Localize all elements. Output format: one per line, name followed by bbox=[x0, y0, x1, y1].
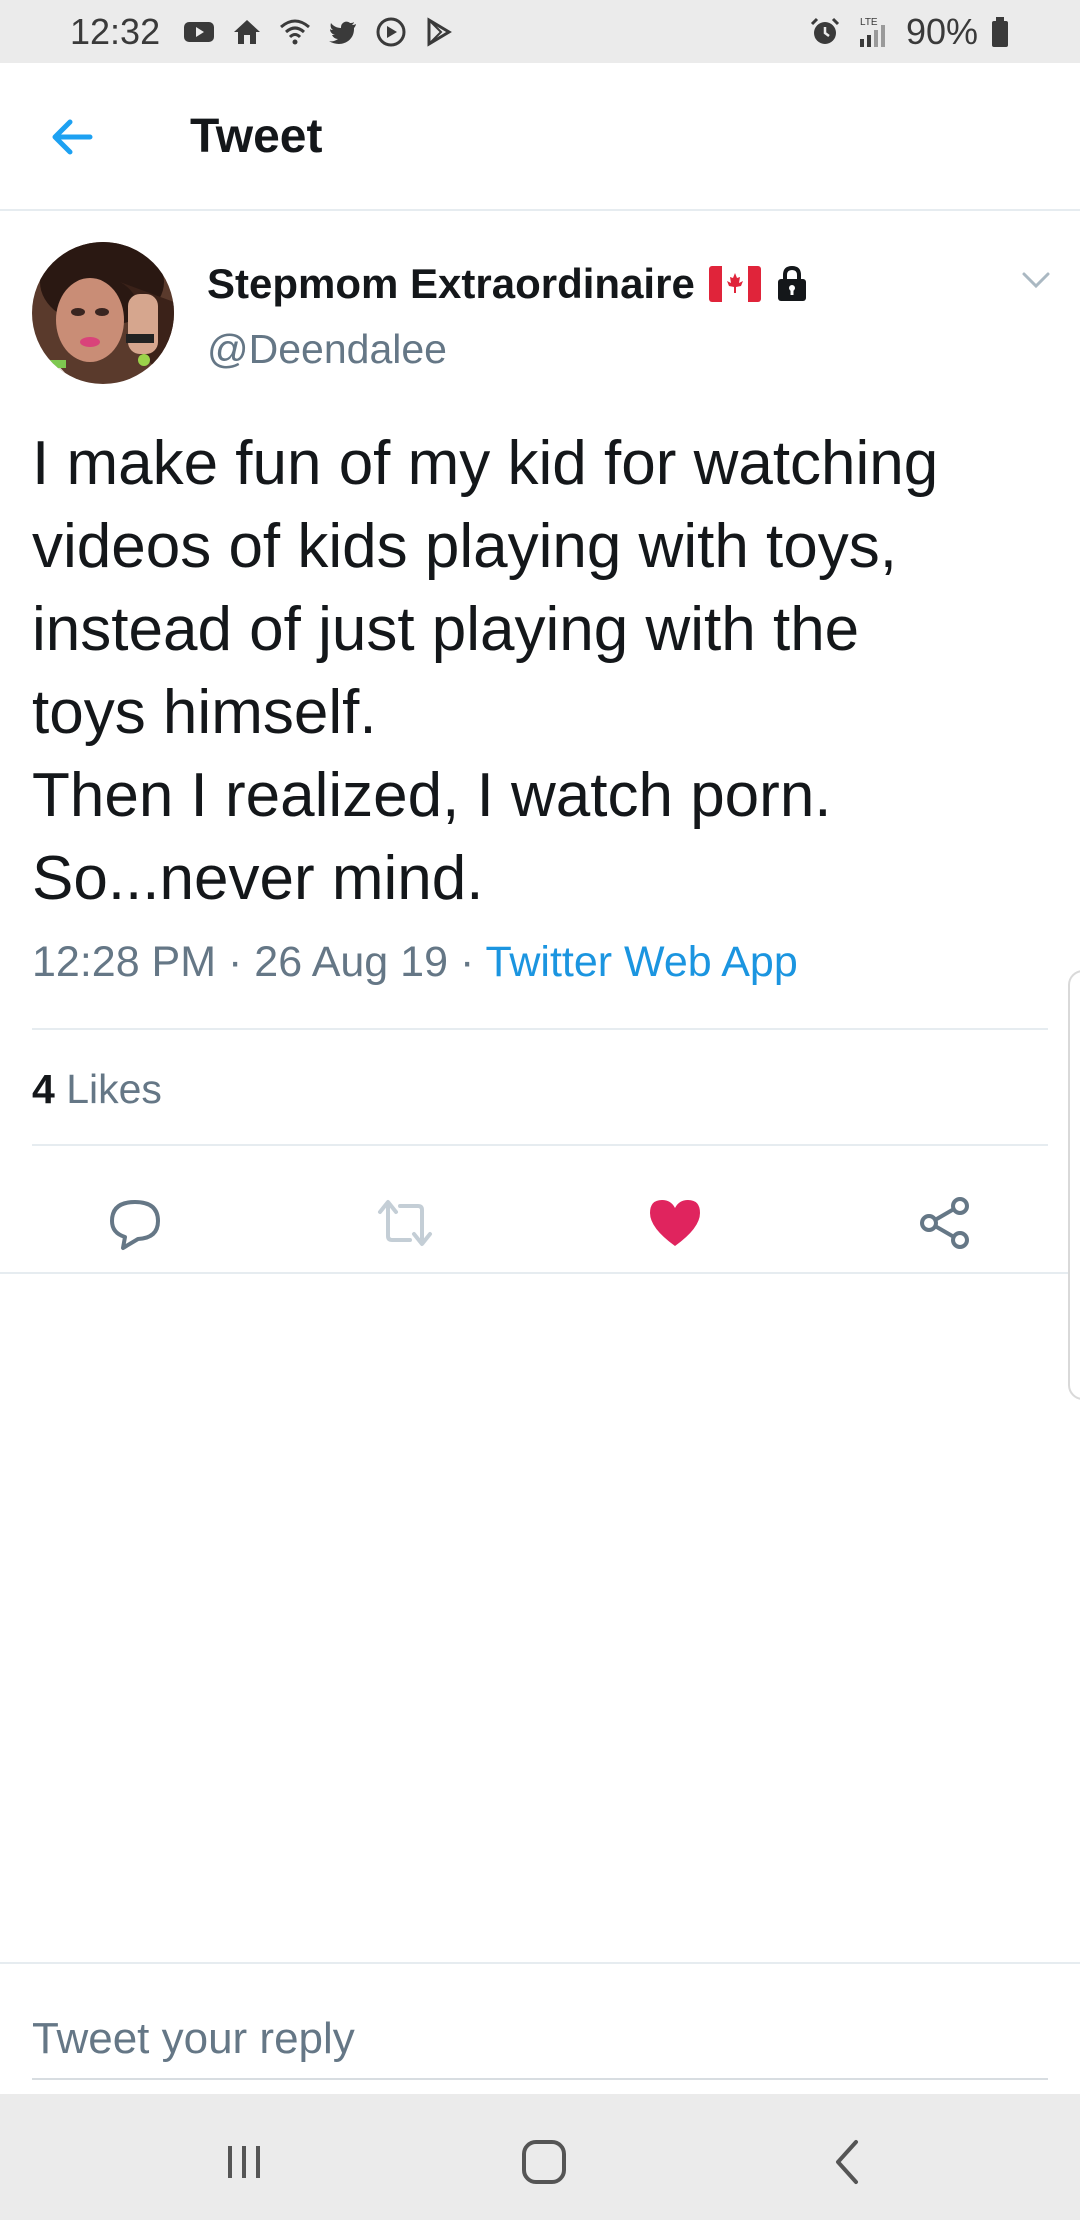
tweet-text-line: instead of just playing with the bbox=[32, 595, 860, 664]
section-divider bbox=[0, 1272, 1080, 1274]
tweet-time: 12:28 PM bbox=[32, 938, 217, 986]
retweet-icon[interactable] bbox=[376, 1194, 434, 1252]
tweet-text-line: toys himself. bbox=[32, 678, 377, 747]
avatar[interactable] bbox=[32, 242, 174, 384]
like-icon[interactable] bbox=[646, 1194, 704, 1252]
meta-separator: · bbox=[459, 938, 475, 986]
vpn-icon bbox=[376, 17, 406, 46]
tweet-text-line: I make fun of my kid for watching bbox=[32, 429, 939, 498]
share-icon[interactable] bbox=[916, 1194, 974, 1252]
reply-input[interactable] bbox=[32, 2000, 1048, 2080]
edge-panel-handle[interactable] bbox=[1068, 970, 1080, 1400]
twitter-icon bbox=[329, 21, 357, 44]
canada-flag-icon bbox=[708, 266, 761, 302]
reply-bar bbox=[0, 1962, 1080, 2094]
tweet-text-line: So...never mind. bbox=[32, 844, 484, 913]
author-name: Stepmom Extraordinaire bbox=[207, 260, 695, 307]
battery-percent: 90% bbox=[905, 10, 978, 52]
author-name-row[interactable]: Stepmom Extraordinaire bbox=[207, 256, 809, 312]
battery-icon bbox=[992, 16, 1008, 47]
tweet-text-line: Then I realized, I watch porn. bbox=[32, 761, 832, 830]
likes-label: Likes bbox=[66, 1066, 162, 1112]
app-header: Tweet bbox=[0, 63, 1080, 211]
tweet-actions bbox=[0, 1172, 1080, 1272]
tweet-text: I make fun of my kid for watching videos… bbox=[32, 422, 1052, 920]
system-nav-bar bbox=[0, 2094, 1080, 2220]
network-label: LTE bbox=[860, 17, 878, 28]
home-button-icon[interactable] bbox=[514, 2132, 574, 2192]
back-icon[interactable] bbox=[818, 2132, 878, 2192]
avatar-image bbox=[32, 242, 174, 384]
chevron-down-icon[interactable] bbox=[1020, 268, 1052, 292]
home-icon bbox=[234, 19, 261, 44]
divider bbox=[32, 1144, 1048, 1146]
lock-icon bbox=[777, 265, 806, 301]
author-handle[interactable]: @Deendalee bbox=[207, 324, 447, 374]
system-icons: LTE 90% bbox=[808, 11, 1010, 53]
play-store-icon bbox=[427, 16, 453, 47]
likes-number: 4 bbox=[32, 1066, 55, 1112]
reply-icon[interactable] bbox=[106, 1194, 164, 1252]
notification-icons bbox=[182, 15, 456, 49]
tweet-meta: 12:28 PM · 26 Aug 19 · Twitter Web App bbox=[32, 934, 798, 990]
wifi-icon bbox=[280, 19, 311, 44]
tweet-date: 26 Aug 19 bbox=[254, 938, 448, 986]
status-time: 12:32 bbox=[70, 10, 161, 52]
likes-count[interactable]: 4 Likes bbox=[32, 1062, 162, 1116]
divider bbox=[32, 1028, 1048, 1030]
status-bar: 12:32 LTE 90% bbox=[0, 0, 1080, 63]
youtube-icon bbox=[184, 21, 215, 42]
tweet-source-link[interactable]: Twitter Web App bbox=[485, 938, 797, 986]
tweet-text-line: videos of kids playing with toys, bbox=[32, 512, 897, 581]
arrow-left-icon[interactable] bbox=[44, 109, 100, 165]
signal-icon: LTE bbox=[859, 17, 885, 47]
meta-separator: · bbox=[228, 938, 243, 986]
alarm-icon bbox=[810, 17, 839, 44]
recent-apps-icon[interactable] bbox=[214, 2132, 274, 2192]
page-title: Tweet bbox=[190, 110, 323, 163]
